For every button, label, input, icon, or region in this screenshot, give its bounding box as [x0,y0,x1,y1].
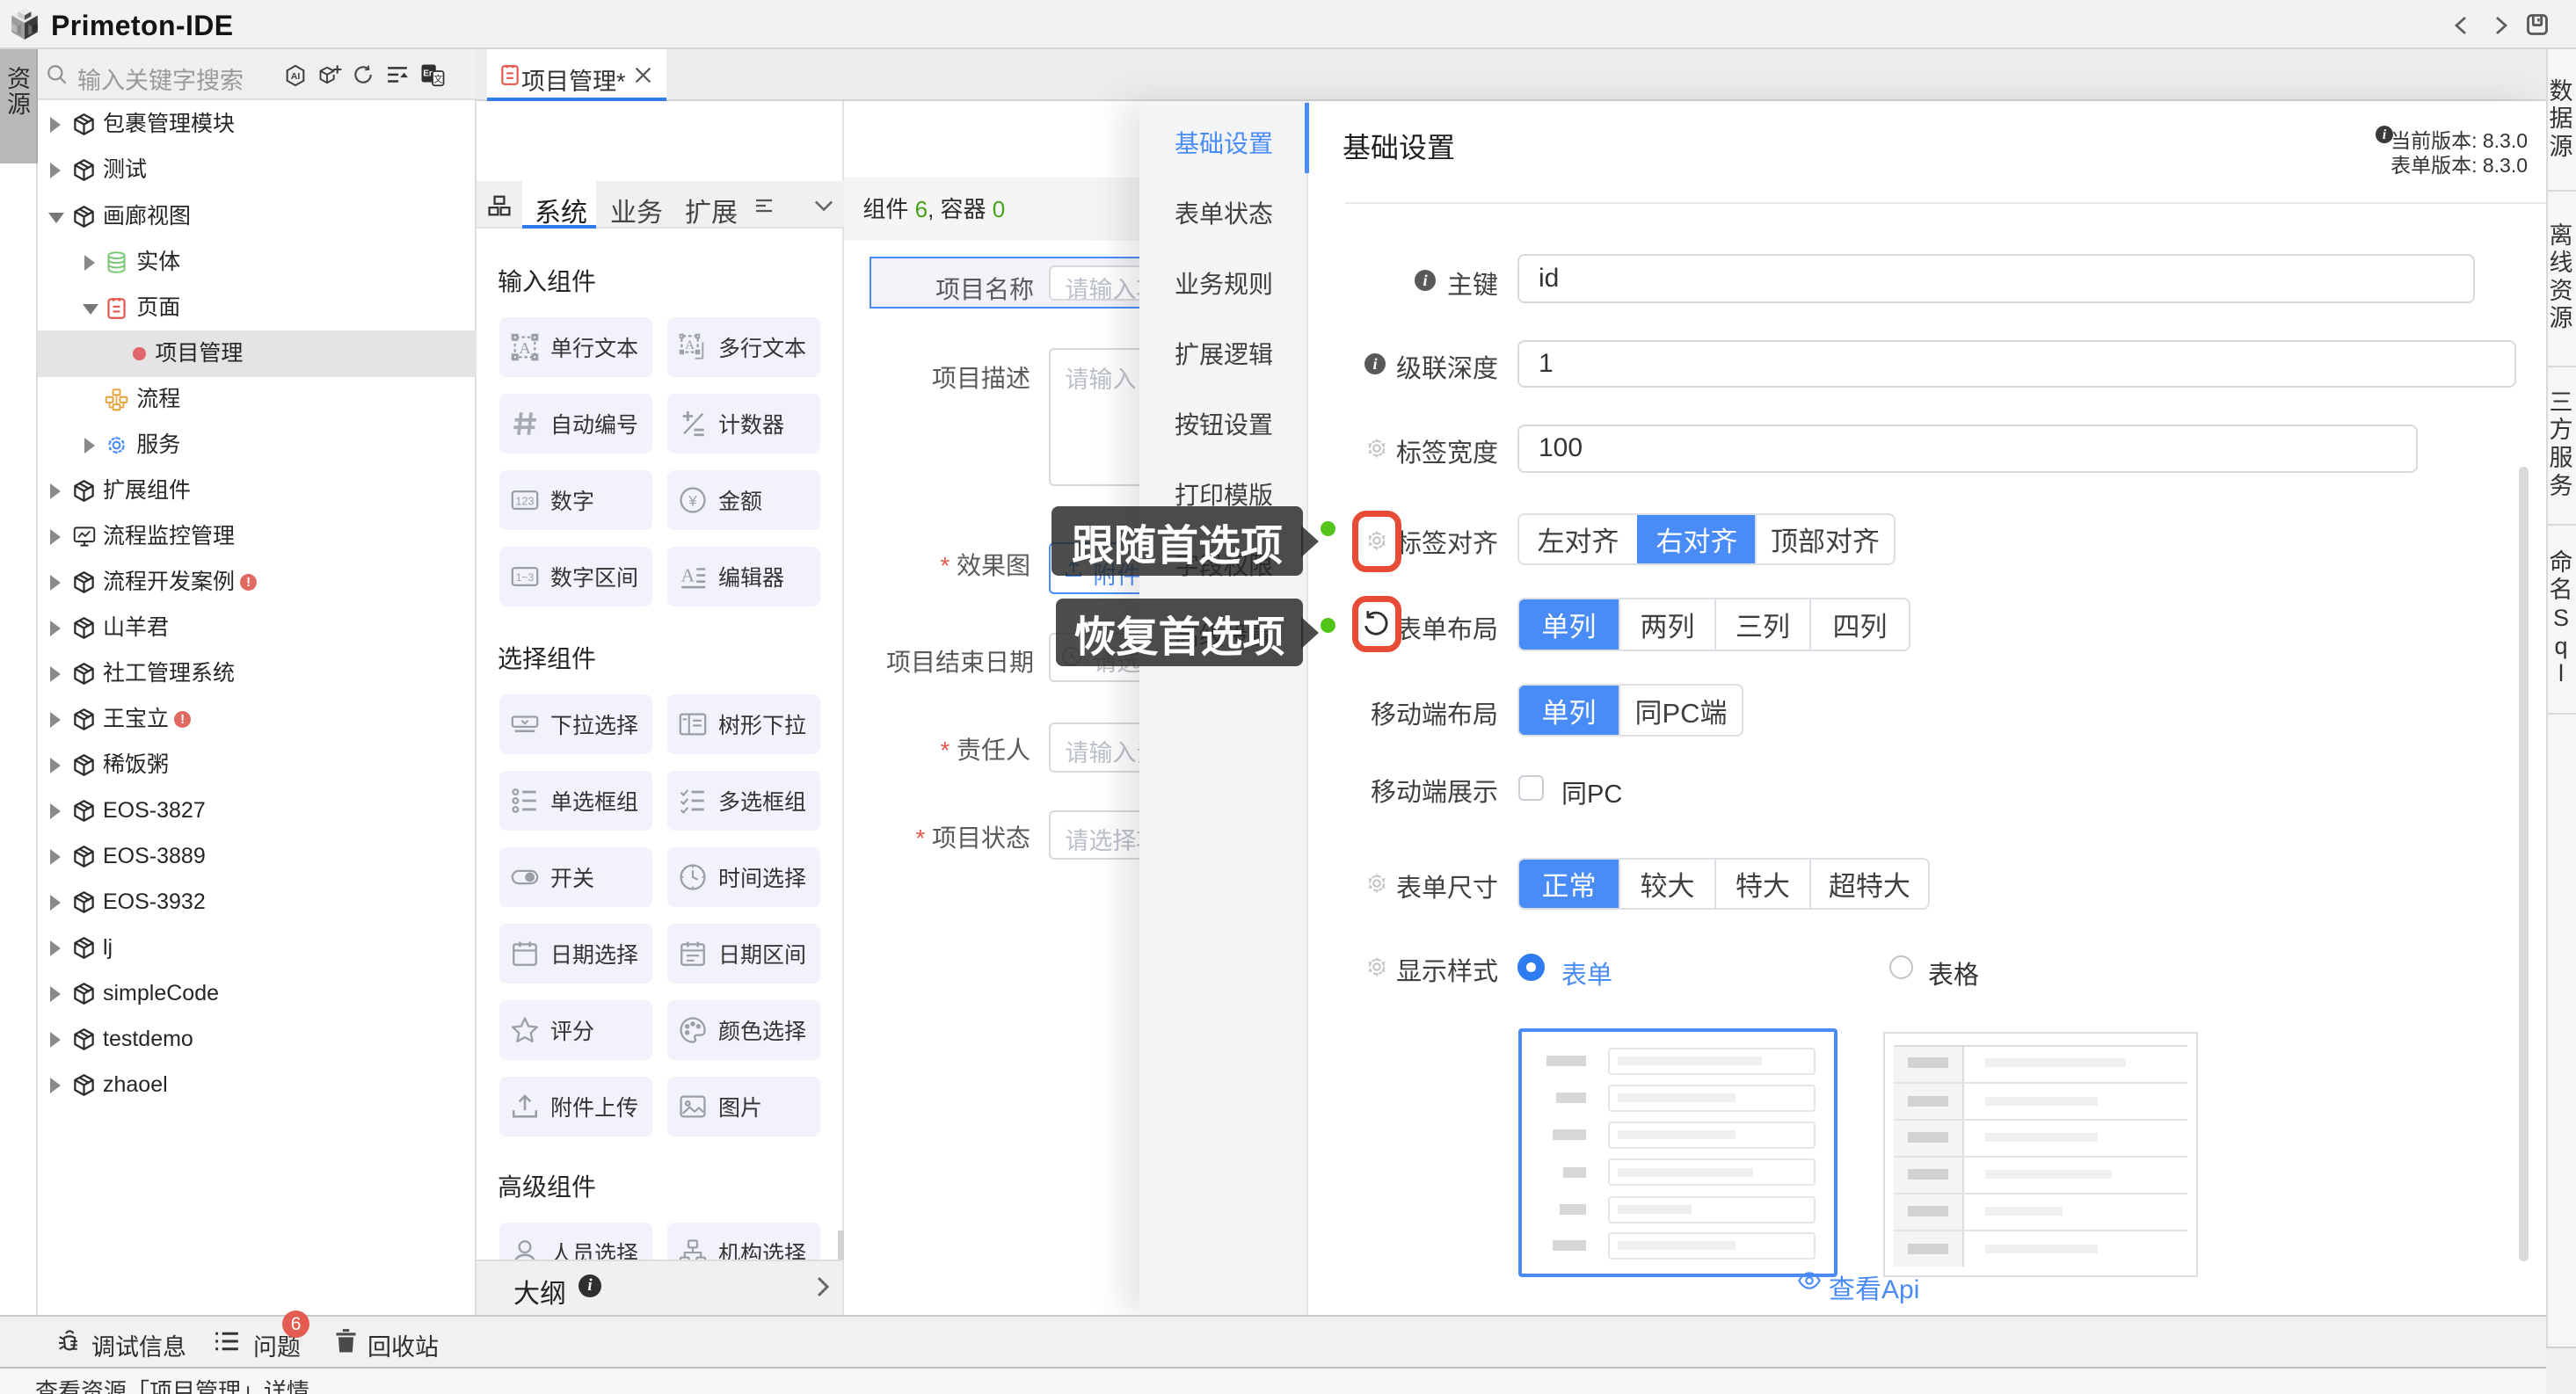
svg-text:¥: ¥ [688,492,697,509]
svg-text:A: A [685,338,695,352]
svg-text:A: A [681,565,695,586]
svg-text:A: A [519,339,531,357]
svg-text:文: 文 [433,73,443,86]
svg-text:1~3: 1~3 [516,571,535,584]
svg-text:AI: AI [291,71,301,82]
svg-text:123: 123 [515,494,534,507]
